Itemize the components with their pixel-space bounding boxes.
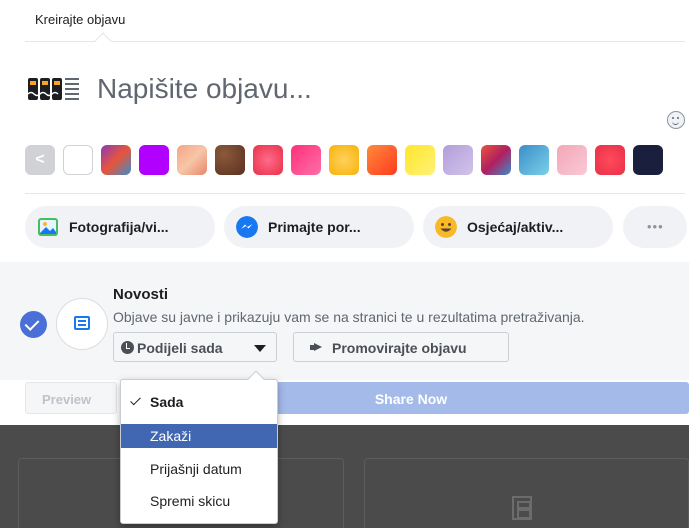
background-swatch[interactable] [177,145,207,175]
photo-video-label: Fotografija/vi... [69,219,169,235]
background-swatch[interactable] [101,145,131,175]
background-swatch-plain[interactable] [63,145,93,175]
menu-item-now[interactable]: Sada [121,390,277,414]
background-swatch[interactable] [405,145,435,175]
emoji-icon[interactable] [667,111,685,129]
menu-item-label: Prijašnji datum [150,461,242,477]
background-swatch[interactable] [557,145,587,175]
promote-post-label: Promovirajte objavu [332,340,467,356]
menu-item-schedule[interactable]: Zakaži [121,424,277,448]
preview-button[interactable]: Preview [25,382,117,414]
more-options-button[interactable]: ••• [623,206,687,248]
page-layout-icon [512,496,532,520]
photo-video-button[interactable]: Fotografija/vi... [25,206,215,248]
news-feed-checkbox[interactable] [20,311,47,338]
tab-notch [94,32,112,50]
menu-item-save-draft[interactable]: Spremi skicu [121,489,277,513]
share-timing-menu: Sada Zakaži Prijašnji datum Spremi skicu [120,370,278,524]
background-swatch[interactable] [595,145,625,175]
post-text-input[interactable]: Napišite objavu... [97,73,312,105]
share-timing-dropdown[interactable]: Podijeli sada [113,332,277,362]
share-timing-label: Podijeli sada [137,340,223,356]
background-swatch[interactable] [215,145,245,175]
tab-create-post[interactable]: Kreirajte objavu [35,12,125,27]
action-bar: Preview Share Now [0,380,689,425]
placement-title: Novosti [113,286,169,303]
checkmark-icon [130,394,141,406]
photo-icon [38,218,58,236]
placement-description: Objave su javne i prikazuju vam se na st… [113,309,585,325]
menu-item-label: Sada [150,394,184,410]
preview-label: Preview [42,392,92,407]
background-swatch[interactable] [139,145,169,175]
feeling-activity-button[interactable]: Osjećaj/aktiv... [423,206,613,248]
smiley-icon [435,216,457,238]
page-avatar [25,74,81,106]
background-swatch[interactable] [481,145,511,175]
tab-divider [25,41,685,42]
background-swatch[interactable] [367,145,397,175]
megaphone-icon [310,343,324,352]
background-swatch[interactable] [291,145,321,175]
news-feed-icon-circle [56,298,108,350]
background-prev-button[interactable]: < [25,145,55,175]
clock-icon [121,341,134,354]
more-icon: ••• [647,219,664,234]
background-swatch[interactable] [443,145,473,175]
messenger-icon [236,216,258,238]
background-swatch[interactable] [519,145,549,175]
get-messages-label: Primajte por... [268,219,361,235]
caret-down-icon [254,345,266,352]
news-feed-icon [74,316,90,330]
menu-item-label: Spremi skicu [150,493,231,509]
background-swatch[interactable] [329,145,359,175]
promote-post-button[interactable]: Promovirajte objavu [293,332,509,362]
menu-item-backdate[interactable]: Prijašnji datum [121,457,277,481]
menu-item-label: Zakaži [150,428,192,444]
background-swatch[interactable] [253,145,283,175]
composer-panel: Kreirajte objavu Napišite objavu... < Fo… [0,0,689,262]
get-messages-button[interactable]: Primajte por... [224,206,414,248]
feeling-activity-label: Osjećaj/aktiv... [467,219,564,235]
background-swatch[interactable] [633,145,663,175]
divider [25,193,685,194]
